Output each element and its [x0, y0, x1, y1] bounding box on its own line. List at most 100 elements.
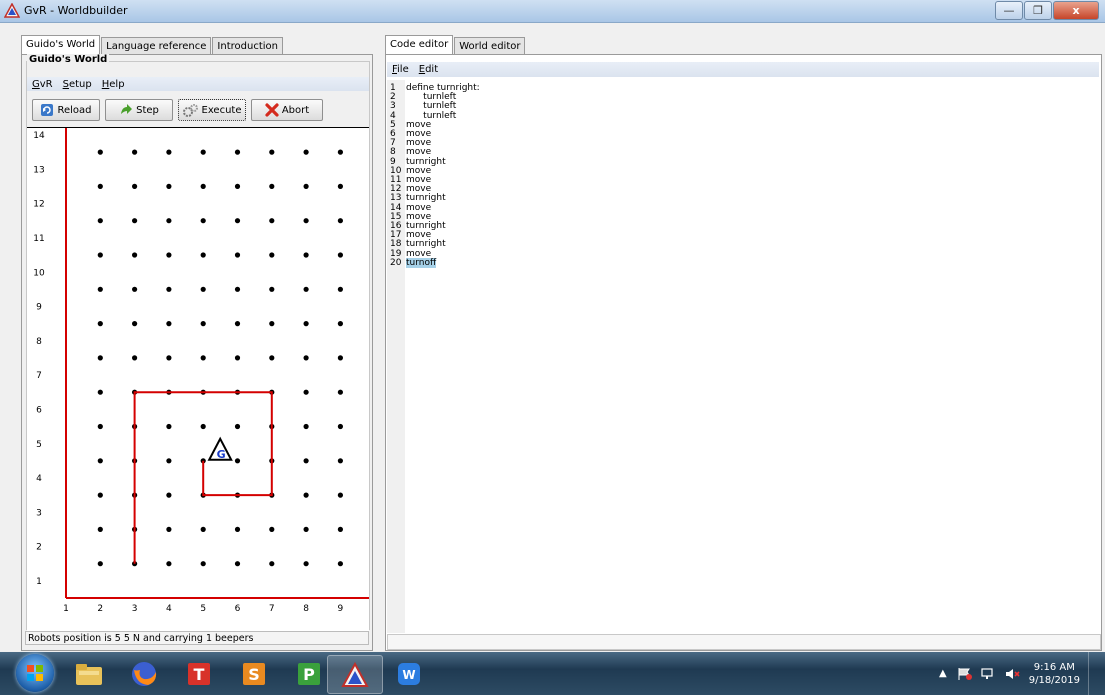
grid-dot: [303, 183, 309, 189]
menu-gvr[interactable]: GvR: [27, 79, 58, 90]
world-grid: 1 2 3 4 5 6 7 8 91234567891011121314G: [33, 128, 369, 614]
tab-guidos-world[interactable]: Guido's World: [21, 35, 101, 55]
grid-dot: [200, 355, 206, 361]
grid-dot: [303, 492, 309, 498]
grid-dot: [166, 458, 172, 464]
code-line[interactable]: 20 turnoff: [390, 257, 437, 268]
start-button[interactable]: [16, 654, 54, 692]
world-menubar: GvR Setup Help: [27, 77, 369, 91]
robot-label: G: [217, 448, 226, 461]
grid-dot: [132, 183, 138, 189]
taskbar-firefox[interactable]: [117, 655, 171, 692]
abort-button[interactable]: Abort: [251, 99, 323, 121]
maximize-button[interactable]: ❒: [1024, 1, 1052, 20]
grid-dot: [97, 286, 103, 292]
grid-dot: [337, 286, 343, 292]
tab-language-reference[interactable]: Language reference: [101, 37, 212, 55]
tab-world-editor[interactable]: World editor: [454, 37, 526, 55]
y-axis-label: 4: [36, 474, 42, 484]
system-tray: ▲ 9:16 AM 9/18/2019: [939, 652, 1099, 695]
tray-expand-icon[interactable]: ▲: [939, 668, 947, 679]
reload-icon: [41, 104, 54, 116]
grid-dot: [166, 218, 172, 224]
grid-dot: [97, 458, 103, 464]
volume-muted-icon[interactable]: [1005, 667, 1021, 681]
taskbar-w-app[interactable]: W: [382, 655, 436, 692]
grid-dot: [337, 561, 343, 567]
x-axis-label: 2: [97, 604, 103, 614]
editor-status-bar: [387, 634, 1101, 650]
y-axis-label: 3: [36, 508, 42, 518]
grid-dot: [166, 321, 172, 327]
clock[interactable]: 9:16 AM 9/18/2019: [1029, 661, 1080, 687]
grid-dot: [269, 183, 275, 189]
grid-dot: [303, 526, 309, 532]
grid-dot: [269, 526, 275, 532]
grid-dot: [132, 252, 138, 258]
grid-dot: [337, 389, 343, 395]
menu-setup[interactable]: Setup: [58, 79, 97, 90]
taskbar-t-app[interactable]: T: [172, 655, 226, 692]
svg-text:S: S: [248, 665, 260, 684]
grid-dot: [97, 355, 103, 361]
right-tabs: Code editor World editor: [385, 35, 526, 55]
grid-dot: [200, 183, 206, 189]
reload-button[interactable]: Reload: [32, 99, 100, 121]
y-axis-label: 2: [36, 543, 42, 553]
grid-dot: [269, 286, 275, 292]
step-button[interactable]: Step: [105, 99, 173, 121]
x-axis-label: 3: [132, 604, 138, 614]
grid-dot: [166, 183, 172, 189]
tab-introduction[interactable]: Introduction: [212, 37, 283, 55]
svg-text:T: T: [194, 665, 205, 684]
grid-dot: [97, 526, 103, 532]
grid-dot: [97, 389, 103, 395]
taskbar-file-explorer[interactable]: [62, 655, 116, 692]
grid-dot: [132, 355, 138, 361]
grid-dot: [303, 286, 309, 292]
menu-help[interactable]: Help: [97, 79, 130, 90]
grid-dot: [269, 321, 275, 327]
abort-label: Abort: [281, 104, 310, 116]
grid-dot: [337, 149, 343, 155]
grid-dot: [200, 286, 206, 292]
y-axis-label: 7: [36, 371, 42, 381]
grid-dot: [166, 526, 172, 532]
menu-file[interactable]: File: [387, 64, 414, 75]
world-group-title: Guido's World: [27, 54, 110, 65]
grid-dot: [303, 252, 309, 258]
windows-logo-icon: [27, 665, 43, 681]
svg-text:W: W: [402, 668, 415, 682]
grid-dot: [166, 492, 172, 498]
y-axis-label: 10: [33, 268, 45, 278]
grid-dot: [166, 286, 172, 292]
close-button[interactable]: x: [1053, 1, 1099, 20]
minimize-button[interactable]: —: [995, 1, 1023, 20]
gvr-app-icon: [4, 3, 20, 18]
grid-dot: [234, 458, 241, 464]
grid-dot: [337, 492, 343, 498]
grid-dot: [166, 355, 172, 361]
show-desktop-button[interactable]: [1088, 652, 1099, 695]
world-canvas[interactable]: 1 2 3 4 5 6 7 8 9 1 2 3 4 5 6 7 8 9 10 11 12 13 14 G: [27, 127, 369, 632]
grid-dot: [337, 458, 343, 464]
grid-dot: [200, 218, 206, 224]
robot-trail: [133, 391, 273, 564]
action-center-flag-icon[interactable]: [957, 667, 973, 681]
title-bar[interactable]: GvR - Worldbuilder — ❒ x: [0, 0, 1105, 23]
network-icon[interactable]: [981, 667, 997, 681]
editor-menubar: File Edit: [387, 62, 1099, 77]
x-axis-label: 6: [235, 604, 241, 614]
taskbar-gvr[interactable]: [327, 655, 383, 694]
menu-edit[interactable]: Edit: [414, 64, 443, 75]
code-text-area[interactable]: [387, 80, 1097, 634]
grid-dot: [234, 526, 241, 532]
grid-dot: [303, 389, 309, 395]
grid-dot: [97, 183, 103, 189]
execute-button[interactable]: Execute: [178, 99, 246, 121]
grid-dot: [269, 252, 275, 258]
tab-code-editor[interactable]: Code editor: [385, 35, 454, 55]
taskbar-s-app[interactable]: S: [227, 655, 281, 692]
gvr-icon: [341, 661, 369, 687]
y-axis-label: 12: [33, 200, 44, 210]
